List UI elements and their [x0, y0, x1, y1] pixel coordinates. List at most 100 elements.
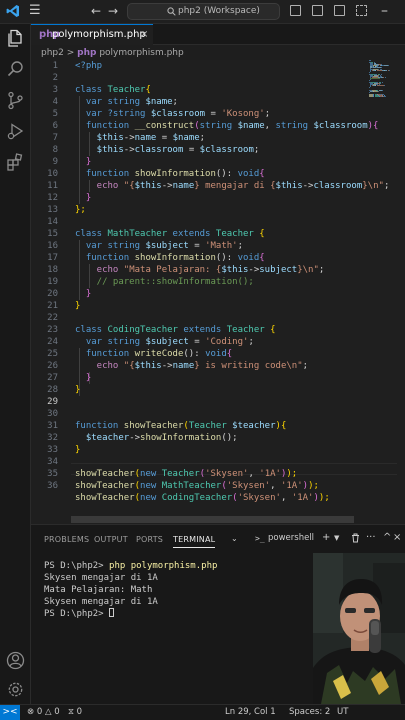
code-token: name — [172, 181, 195, 191]
cursor-position[interactable]: Ln 29, Col 1 — [225, 705, 276, 720]
hamburger-menu-icon[interactable]: ☰ — [29, 3, 43, 19]
code-token: , — [264, 121, 276, 131]
code-token: { — [259, 253, 265, 263]
search-text: php2 (Workspace) — [178, 6, 260, 16]
toggle-secondary-sidebar-icon[interactable] — [334, 5, 345, 16]
settings-gear-icon[interactable] — [5, 679, 26, 700]
run-debug-icon[interactable] — [5, 121, 26, 142]
code-token: -> — [161, 361, 173, 371]
tab-terminal[interactable]: TERMINAL — [173, 534, 216, 548]
minimap-line — [387, 65, 389, 66]
close-icon[interactable]: × — [140, 25, 148, 44]
line-number: 15 — [47, 229, 58, 239]
code-token: showInformation — [140, 433, 222, 443]
line-number: 6 — [52, 121, 58, 131]
terminal-name[interactable]: powershell — [268, 533, 314, 544]
toggle-sidebar-icon[interactable] — [290, 5, 301, 16]
minimap-line — [384, 96, 386, 97]
code-token: var — [75, 241, 108, 251]
explorer-icon[interactable] — [5, 28, 26, 49]
code-token: $name — [145, 97, 173, 107]
code-token: ); — [308, 481, 319, 491]
code-token: string — [275, 121, 314, 131]
code-token: function — [75, 421, 124, 431]
minimap-line — [369, 80, 370, 81]
code-token: showInformation — [134, 253, 216, 263]
line-number: 24 — [47, 337, 58, 347]
line-number: 14 — [47, 217, 58, 227]
new-terminal-icon[interactable]: + — [322, 532, 330, 544]
account-icon[interactable] — [5, 650, 26, 671]
line-number: 33 — [47, 445, 58, 455]
code-token: // parent::showInformation(); — [75, 277, 254, 287]
code-token: , — [280, 493, 292, 503]
code-token: $classroom — [150, 109, 206, 119]
code-token: } — [75, 301, 81, 311]
code-token: Teacher — [226, 325, 271, 335]
maximize-panel-icon[interactable]: ^ — [383, 532, 391, 544]
minimize-window-icon[interactable]: – — [381, 3, 388, 19]
extensions-icon[interactable] — [5, 152, 26, 173]
customize-layout-icon[interactable] — [356, 5, 367, 16]
minimap-line — [369, 92, 370, 93]
search-icon[interactable] — [5, 59, 26, 80]
tab-problems[interactable]: PROBLEMS — [44, 534, 89, 545]
code-token: = — [183, 145, 200, 155]
encoding[interactable]: UT — [337, 705, 348, 720]
code-token: = — [188, 337, 206, 347]
line-number: 35 — [47, 469, 58, 479]
terminal-line: Skysen mengajar di 1A — [44, 573, 158, 583]
minimap-line — [380, 67, 382, 68]
terminal-output[interactable]: PS D:\php2> php polymorphism.php Skysen m… — [44, 560, 217, 620]
minimap-line — [376, 85, 384, 86]
horizontal-scrollbar[interactable] — [71, 516, 354, 523]
trash-icon[interactable] — [351, 533, 360, 543]
terminal-line: Mata Pelajaran: Math — [44, 585, 153, 595]
terminal-prompt: PS D:\php2> — [44, 609, 110, 619]
code-line: class CodingTeacher extends Teacher { — [75, 324, 276, 336]
breadcrumb-folder[interactable]: php2 — [41, 48, 64, 58]
code-token: showTeacher — [75, 469, 135, 479]
command-center-search[interactable]: php2 (Workspace) — [127, 3, 280, 20]
panel-tabs-more-icon[interactable]: ⌄ — [231, 533, 238, 545]
code-token: ?string — [107, 109, 151, 119]
code-token: }\n" — [362, 181, 384, 191]
tab-label: polymorphism.php — [52, 29, 146, 40]
errors-indicator[interactable]: ⊗ 0 △ 0 — [27, 705, 60, 720]
minimap-line — [381, 90, 383, 91]
line-number: 27 — [47, 373, 58, 383]
title-bar: ☰ ← → php2 (Workspace) – — [0, 0, 405, 24]
indentation[interactable]: Spaces: 2 — [289, 705, 330, 720]
code-token: } — [75, 385, 81, 395]
breadcrumb-file[interactable]: polymorphism.php — [99, 48, 183, 58]
arrow-right-icon[interactable]: → — [108, 3, 118, 19]
code-token: extends — [172, 229, 216, 239]
code-editor[interactable]: 1 2 3 4 5 6 7 8 9 10 11 12 13 14 15 16 17 18 19 20 21 22 23 24 2… — [31, 60, 405, 524]
remote-indicator-icon[interactable]: >< — [0, 705, 20, 720]
chevron-down-icon[interactable]: ▼ — [334, 532, 339, 544]
code-token: function — [75, 121, 135, 131]
toggle-panel-icon[interactable] — [312, 5, 323, 16]
code-token: (): — [215, 253, 238, 263]
tab-polymorphism-php[interactable]: php polymorphism.php × — [31, 24, 153, 45]
code-token: } mengajar di { — [194, 181, 276, 191]
close-panel-icon[interactable]: × — [393, 532, 401, 544]
code-line: function __construct(string $name, strin… — [75, 120, 379, 132]
arrow-left-icon[interactable]: ← — [91, 3, 101, 19]
code-token: ; — [318, 265, 325, 275]
code-token: $this — [275, 181, 303, 191]
minimap-line — [373, 91, 379, 92]
ports-indicator[interactable]: ⧖ 0 — [68, 705, 82, 720]
tab-output[interactable]: OUTPUT — [94, 534, 128, 545]
line-number: 21 — [47, 301, 58, 311]
tab-ports[interactable]: PORTS — [136, 534, 163, 545]
ports-count: 0 — [76, 707, 83, 717]
minimap[interactable] — [369, 60, 395, 100]
code-token: var — [75, 337, 108, 347]
code-line: showTeacher(new CodingTeacher('Skysen', … — [75, 492, 330, 504]
source-control-icon[interactable] — [5, 90, 26, 111]
code-token: echo — [75, 265, 124, 275]
more-actions-icon[interactable]: ··· — [366, 532, 376, 544]
minimap-line — [381, 82, 383, 83]
code-token: echo — [75, 361, 124, 371]
